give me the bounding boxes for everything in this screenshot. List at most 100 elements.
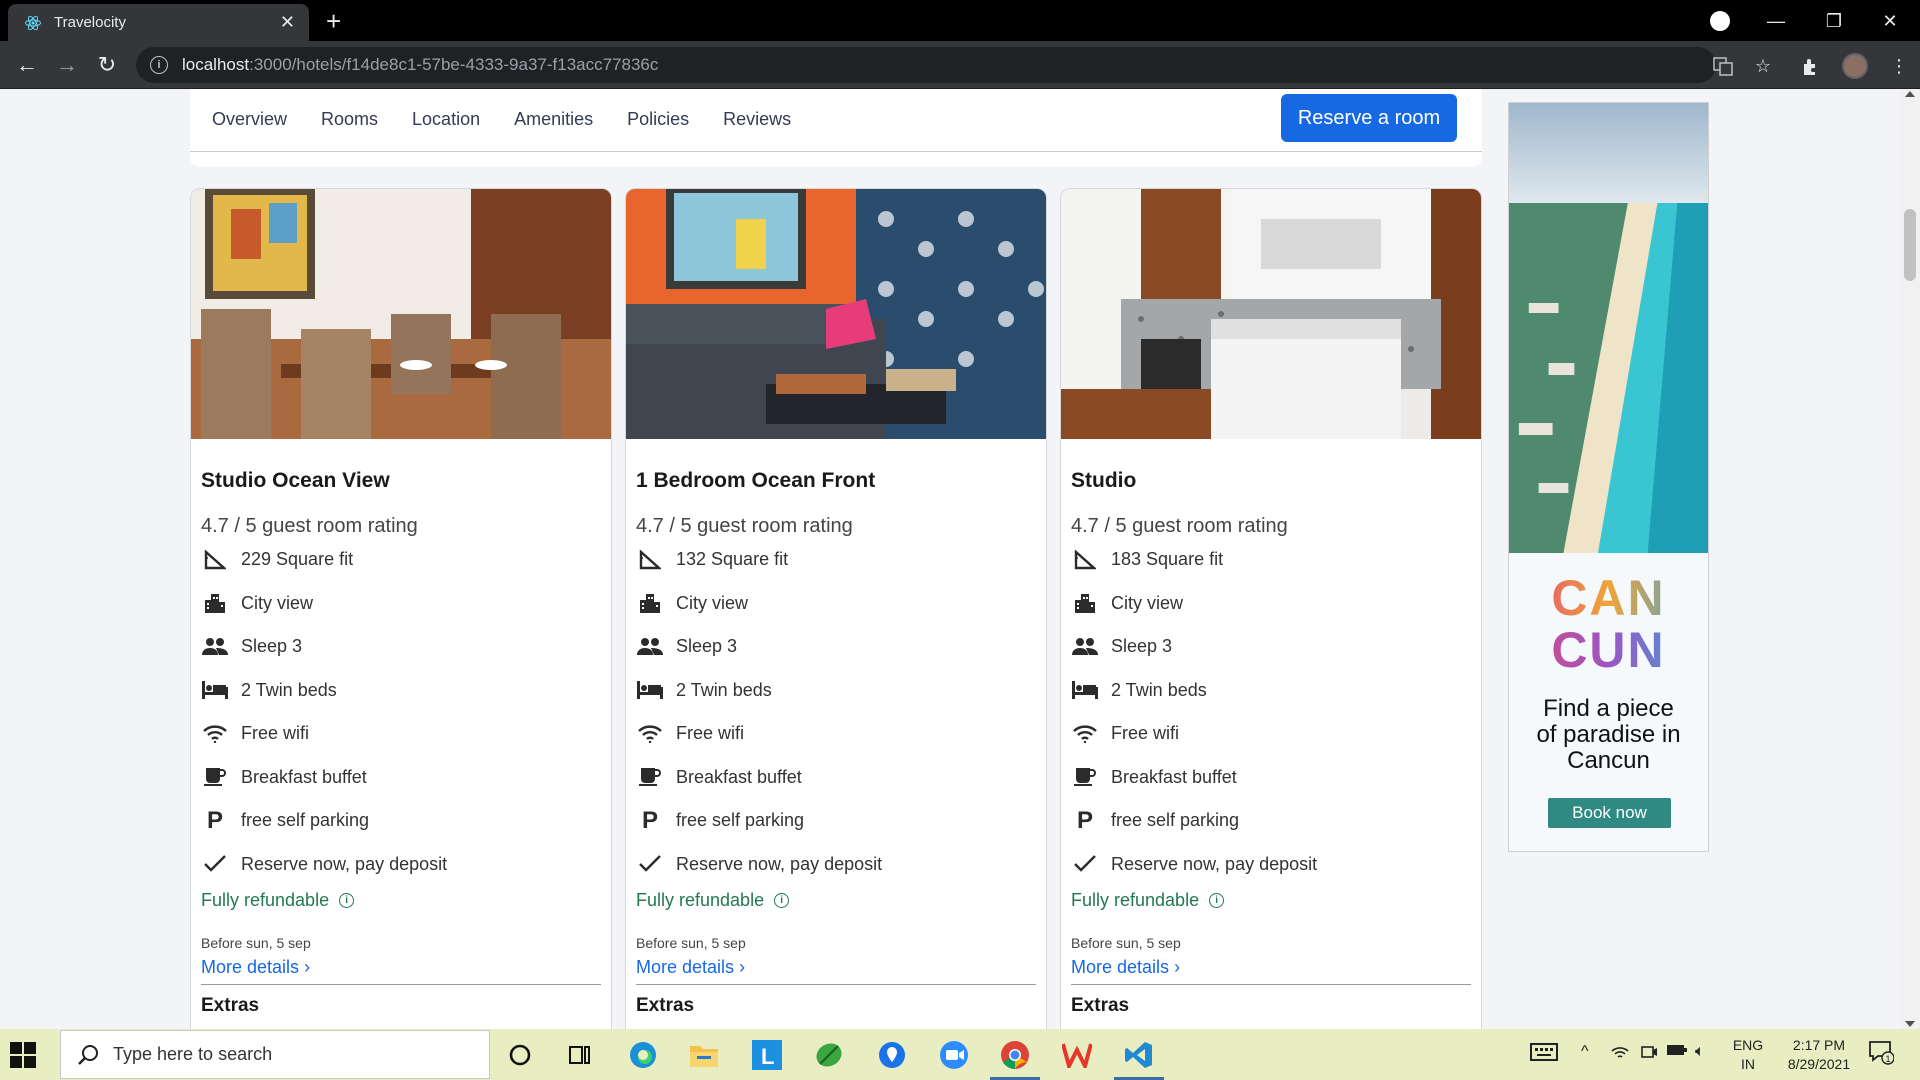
minimize-button[interactable]: — xyxy=(1752,6,1800,36)
more-details-link[interactable]: More details › xyxy=(1071,957,1471,978)
bed-icon xyxy=(201,678,229,702)
subnav-reviews[interactable]: Reviews xyxy=(723,109,791,130)
subnav-policies[interactable]: Policies xyxy=(627,109,689,130)
parking-icon: P xyxy=(206,806,223,834)
chevron-up-icon[interactable]: ^ xyxy=(1581,1043,1589,1061)
notification-center-icon[interactable]: 1 xyxy=(1868,1039,1895,1070)
forward-arrow-icon[interactable]: → xyxy=(52,50,82,80)
address-bar[interactable]: i localhost:3000/hotels/f14de8c1-57be-43… xyxy=(136,47,1716,83)
tab-title: Travelocity xyxy=(54,14,126,31)
coffee-icon xyxy=(636,765,664,789)
edge-icon[interactable] xyxy=(626,1038,660,1072)
site-info-icon[interactable]: i xyxy=(150,56,168,74)
scroll-down-icon[interactable] xyxy=(1905,1021,1915,1027)
more-details-link[interactable]: More details › xyxy=(201,957,601,978)
url-host: localhost xyxy=(182,55,250,74)
feature-wifi: Free wifi xyxy=(636,712,1036,756)
bookmark-star-icon[interactable]: ☆ xyxy=(1752,55,1774,77)
maps-icon[interactable] xyxy=(875,1038,909,1072)
info-icon[interactable]: i xyxy=(1209,893,1225,908)
feature-text: 2 Twin beds xyxy=(676,679,772,700)
parking-icon: P xyxy=(1076,806,1093,834)
more-details-link[interactable]: More details › xyxy=(636,957,1036,978)
translate-icon[interactable] xyxy=(1712,55,1734,77)
reserve-room-button[interactable]: Reserve a room xyxy=(1281,94,1457,142)
file-explorer-icon[interactable] xyxy=(687,1038,721,1072)
cortana-icon[interactable] xyxy=(503,1038,537,1072)
profile-avatar[interactable] xyxy=(1842,53,1868,79)
vscode-icon[interactable] xyxy=(1114,1038,1164,1080)
keyboard-icon[interactable] xyxy=(1530,1041,1558,1068)
leaf-app-icon[interactable] xyxy=(812,1038,846,1072)
feature-text: 2 Twin beds xyxy=(1111,679,1207,700)
refund-status: Fully refundable i xyxy=(201,890,601,911)
feature-breakfast: Breakfast buffet xyxy=(1071,756,1471,800)
new-tab-button[interactable]: + xyxy=(326,6,341,36)
browser-menu-icon[interactable]: ⋮ xyxy=(1888,55,1910,77)
battery-icon[interactable] xyxy=(1666,1043,1688,1062)
profile-menu-icon[interactable] xyxy=(1710,11,1730,31)
chrome-icon[interactable] xyxy=(990,1038,1040,1080)
svg-text:L: L xyxy=(761,1044,774,1069)
scroll-up-icon[interactable] xyxy=(1905,91,1915,97)
room-card: Studio Ocean View 4.7 / 5 guest room rat… xyxy=(190,188,612,1029)
zoom-icon[interactable] xyxy=(937,1038,971,1072)
windows-start-icon[interactable] xyxy=(10,1042,36,1068)
cancun-logo-line2: CUN xyxy=(1509,624,1708,676)
room-card: Studio 4.7 / 5 guest room rating 183 Squ… xyxy=(1060,188,1482,1029)
scrollbar-thumb[interactable] xyxy=(1904,209,1916,281)
area-icon xyxy=(636,548,664,572)
restore-button[interactable]: ❐ xyxy=(1810,6,1858,36)
feature-text: Breakfast buffet xyxy=(241,766,367,787)
clock-date: 8/29/2021 xyxy=(1787,1056,1851,1072)
room-rating: 4.7 / 5 guest room rating xyxy=(1071,515,1288,537)
room-photo[interactable] xyxy=(1061,189,1481,439)
back-arrow-icon[interactable]: ← xyxy=(12,50,42,80)
feature-breakfast: Breakfast buffet xyxy=(636,756,1036,800)
book-now-button[interactable]: Book now xyxy=(1548,798,1671,828)
feature-text: Reserve now, pay deposit xyxy=(1111,853,1318,874)
beach-aerial-image xyxy=(1509,103,1708,553)
windows-taskbar: Type here to search L ^ 🔈︎ ENG IN 2:17 PM… xyxy=(0,1029,1920,1080)
subnav-amenities[interactable]: Amenities xyxy=(514,109,593,130)
l-app-icon[interactable]: L xyxy=(750,1038,784,1072)
task-view-icon[interactable] xyxy=(563,1038,597,1072)
bed-icon xyxy=(1071,678,1099,702)
more-details-label: More details xyxy=(1071,957,1170,977)
room-photo[interactable] xyxy=(191,189,611,439)
extras-heading: Extras xyxy=(1071,995,1130,1016)
page-scrollbar[interactable] xyxy=(1900,89,1920,1029)
extras-heading: Extras xyxy=(201,995,260,1016)
close-tab-icon[interactable]: ✕ xyxy=(280,12,295,33)
room-name: Studio xyxy=(1071,469,1137,492)
room-photo[interactable] xyxy=(626,189,1046,439)
taskbar-clock[interactable]: 2:17 PM 8/29/2021 xyxy=(1774,1036,1864,1074)
city-icon xyxy=(636,591,664,615)
feature-text: 229 Square fit xyxy=(241,549,354,570)
browser-tab[interactable]: Travelocity ✕ xyxy=(8,4,309,41)
language-indicator[interactable]: ENG IN xyxy=(1730,1036,1766,1074)
subnav-location[interactable]: Location xyxy=(412,109,480,130)
info-icon[interactable]: i xyxy=(339,893,355,908)
meet-now-icon[interactable] xyxy=(1640,1043,1658,1066)
reload-icon[interactable]: ↻ xyxy=(92,50,122,80)
cancun-logo: CAN CUN xyxy=(1509,572,1708,676)
extensions-icon[interactable] xyxy=(1800,55,1822,77)
language-code: ENG xyxy=(1732,1037,1764,1053)
taskbar-search-input[interactable]: Type here to search xyxy=(60,1030,490,1079)
network-icon[interactable] xyxy=(1610,1043,1630,1066)
info-icon[interactable]: i xyxy=(774,893,790,908)
refund-text: Fully refundable xyxy=(201,890,330,910)
room-rating: 4.7 / 5 guest room rating xyxy=(201,515,418,537)
volume-icon[interactable]: 🔈︎ xyxy=(1695,1043,1705,1061)
wps-office-icon[interactable] xyxy=(1060,1038,1094,1072)
room-card: 1 Bedroom Ocean Front 4.7 / 5 guest room… xyxy=(625,188,1047,1029)
subnav-rooms[interactable]: Rooms xyxy=(321,109,378,130)
feature-text: City view xyxy=(676,592,749,613)
refund-text: Fully refundable xyxy=(1071,890,1200,910)
close-window-button[interactable]: ✕ xyxy=(1866,6,1914,36)
cancun-ad-banner[interactable]: CAN CUN Find a piece of paradise in Canc… xyxy=(1508,102,1709,852)
ad-tagline-line1: Find a piece xyxy=(1543,695,1674,722)
feature-text: free self parking xyxy=(1111,810,1240,831)
subnav-overview[interactable]: Overview xyxy=(212,109,287,130)
